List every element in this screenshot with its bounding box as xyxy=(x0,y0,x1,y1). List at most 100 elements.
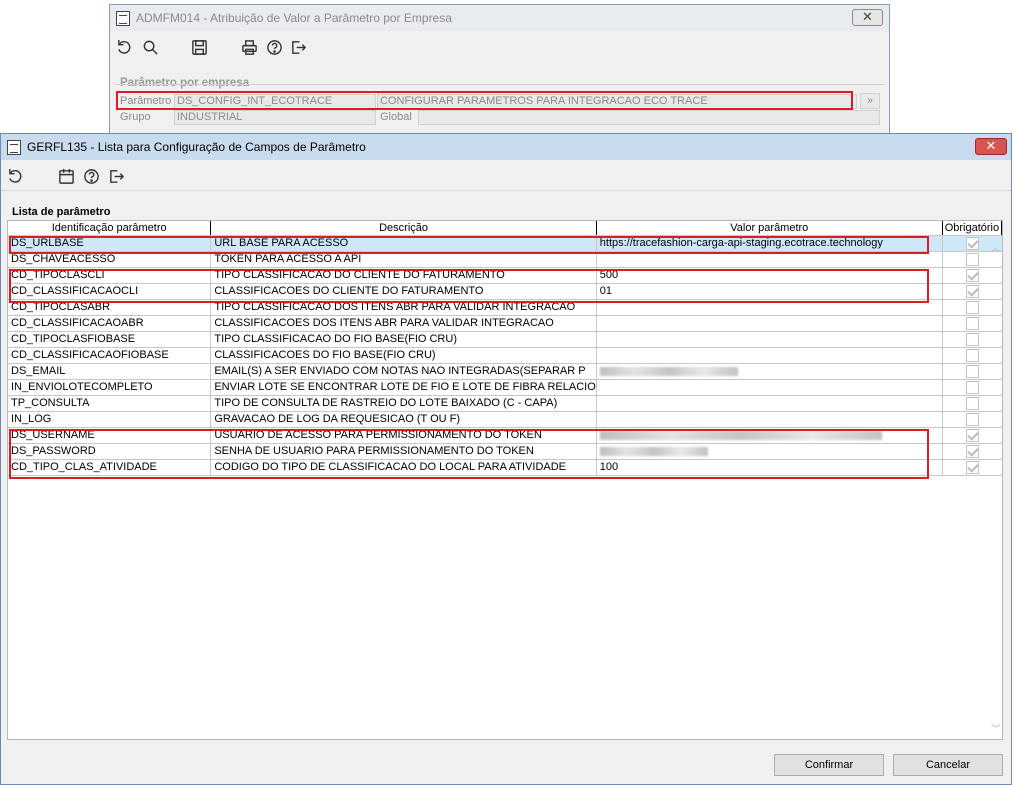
parametro-por-empresa-legend: Parâmetro por empresa xyxy=(120,77,250,89)
exit-icon[interactable] xyxy=(106,166,126,186)
table-row[interactable]: DS_URLBASE URL BASE PARA ACESSO https://tr… xyxy=(8,235,1002,252)
redacted-value xyxy=(599,430,882,440)
cell-valor[interactable]: 100 xyxy=(596,459,943,476)
cell-valor-text: 500 xyxy=(599,269,619,281)
cell-valor[interactable]: 01 xyxy=(596,283,943,300)
exit-icon[interactable] xyxy=(288,37,308,57)
print-icon[interactable] xyxy=(239,37,259,57)
parameter-grid[interactable]: Identificação parâmetro Descrição Valor … xyxy=(7,220,1003,740)
cell-valor-text: 01 xyxy=(599,285,613,297)
refresh-icon[interactable] xyxy=(5,166,25,186)
table-row[interactable]: DS_PASSWORD SENHA DE USUARIO PARA PERMISS… xyxy=(8,443,1002,460)
required-checkbox[interactable] xyxy=(965,460,979,474)
required-checkbox[interactable] xyxy=(965,268,979,282)
cell-identificacao: CD_CLASSIFICACAOFIOBASE xyxy=(8,347,212,364)
refresh-icon[interactable] xyxy=(114,37,134,57)
required-checkbox[interactable] xyxy=(965,332,979,346)
vertical-scrollbar[interactable]: ︿ ﹀ xyxy=(988,235,1002,739)
fieldset-divider xyxy=(116,84,884,85)
global-label: Global xyxy=(380,111,412,123)
table-row[interactable]: CD_CLASSIFICACAOCLI CLASSIFICACOES DO CLI… xyxy=(8,283,1002,300)
cell-valor[interactable] xyxy=(596,443,943,460)
table-row[interactable]: CD_TIPO_CLAS_ATIVIDADE CODIGO DO TIPO DE … xyxy=(8,459,1002,476)
cell-valor[interactable] xyxy=(596,251,943,268)
required-checkbox[interactable] xyxy=(965,396,979,410)
cell-valor[interactable] xyxy=(596,299,943,316)
cell-identificacao: DS_URLBASE xyxy=(8,235,212,252)
cell-descricao: CLASSIFICACOES DO CLIENTE DO FATURAMENTO xyxy=(210,283,597,300)
cell-descricao: TIPO CLASSIFICACAO DOS ITENS ABR PARA VA… xyxy=(210,299,597,316)
table-row[interactable]: DS_EMAIL EMAIL(S) A SER ENVIADO COM NOTAS… xyxy=(8,363,1002,380)
cell-valor[interactable] xyxy=(596,331,943,348)
table-header: Identificação parâmetro Descrição Valor … xyxy=(8,221,1003,236)
parameter-list-window: GERFL135 - Lista para Configuração de Ca… xyxy=(0,133,1012,785)
table-row[interactable]: CD_CLASSIFICACAOFIOBASE CLASSIFICACOES DO… xyxy=(8,347,1002,364)
help-icon[interactable] xyxy=(81,166,101,186)
background-window-titlebar: ADMFM014 - Atribuição de Valor a Parâmet… xyxy=(110,5,889,31)
cell-valor[interactable] xyxy=(596,427,943,444)
save-icon[interactable] xyxy=(189,37,209,57)
cell-descricao: CLASSIFICACOES DO FIO BASE(FIO CRU) xyxy=(210,347,597,364)
column-header-valor[interactable]: Valor parâmetro xyxy=(596,221,943,236)
table-row[interactable]: IN_LOG GRAVACAO DE LOG DA REQUESICAO (T O… xyxy=(8,411,1002,428)
cell-identificacao: CD_TIPOCLASFIOBASE xyxy=(8,331,212,348)
lookup-button[interactable]: » xyxy=(860,93,880,109)
table-row[interactable]: TP_CONSULTA TIPO DE CONSULTA DE RASTREIO … xyxy=(8,395,1002,412)
required-checkbox[interactable] xyxy=(965,428,979,442)
parameter-list-title: GERFL135 - Lista para Configuração de Ca… xyxy=(27,140,366,154)
cell-valor[interactable] xyxy=(596,411,943,428)
required-checkbox[interactable] xyxy=(965,300,979,314)
cell-valor[interactable] xyxy=(596,363,943,380)
column-header-identificacao[interactable]: Identificação parâmetro xyxy=(8,221,212,236)
table-row[interactable]: CD_TIPOCLASFIOBASE TIPO CLASSIFICACAO DO … xyxy=(8,331,1002,348)
parametro-description-field: CONFIGURAR PARAMETROS PARA INTEGRACAO EC… xyxy=(377,94,857,109)
cell-valor[interactable] xyxy=(596,379,943,396)
cell-identificacao: CD_TIPOCLASCLI xyxy=(8,267,212,284)
help-icon[interactable] xyxy=(264,37,284,57)
table-row[interactable]: DS_USERNAME USUARIO DE ACESSO PARA PERMIS… xyxy=(8,427,1002,444)
cell-valor[interactable] xyxy=(596,395,943,412)
table-row[interactable]: CD_CLASSIFICACAOABR CLASSIFICACOES DOS IT… xyxy=(8,315,1002,332)
required-checkbox[interactable] xyxy=(965,316,979,330)
grupo-field[interactable]: INDUSTRIAL xyxy=(174,110,376,125)
required-checkbox[interactable] xyxy=(965,348,979,362)
table-row[interactable]: IN_ENVIOLOTECOMPLETO ENVIAR LOTE SE ENCON… xyxy=(8,379,1002,396)
background-window-close-button[interactable]: ✕ xyxy=(852,9,883,26)
window-document-icon xyxy=(7,139,21,155)
required-checkbox[interactable] xyxy=(965,252,979,266)
required-checkbox[interactable] xyxy=(965,380,979,394)
global-field[interactable] xyxy=(418,110,880,125)
scroll-down-icon[interactable]: ﹀ xyxy=(991,722,1000,735)
required-checkbox[interactable] xyxy=(965,364,979,378)
cell-identificacao: DS_USERNAME xyxy=(8,427,212,444)
cancel-button[interactable]: Cancelar xyxy=(893,754,1003,776)
required-checkbox[interactable] xyxy=(965,236,979,250)
required-checkbox[interactable] xyxy=(965,412,979,426)
column-header-obrigatorio[interactable]: Obrigatório xyxy=(942,221,1003,236)
confirm-button[interactable]: Confirmar xyxy=(774,754,884,776)
cell-valor[interactable] xyxy=(596,347,943,364)
parametro-label: Parâmetro xyxy=(120,95,172,107)
required-checkbox[interactable] xyxy=(965,444,979,458)
search-icon[interactable] xyxy=(140,37,160,57)
cell-valor[interactable] xyxy=(596,315,943,332)
cell-valor[interactable]: https://tracefashion-carga-api-staging.e… xyxy=(596,235,943,252)
cell-identificacao: CD_TIPOCLASABR xyxy=(8,299,212,316)
parameter-list-close-button[interactable]: ✕ xyxy=(975,138,1007,155)
table-row[interactable]: CD_TIPOCLASABR TIPO CLASSIFICACAO DOS ITE… xyxy=(8,299,1002,316)
table-row[interactable]: DS_CHAVEACESSO TOKEN PARA ACESSO A API xyxy=(8,251,1002,268)
scroll-up-icon[interactable]: ︿ xyxy=(991,241,1000,254)
list-title: Lista de parâmetro xyxy=(12,206,111,218)
column-header-descricao[interactable]: Descrição xyxy=(210,221,597,236)
cell-descricao: TIPO CLASSIFICACAO DO CLIENTE DO FATURAM… xyxy=(210,267,597,284)
parametro-code-field[interactable]: DS_CONFIG_INT_ECOTRACE xyxy=(174,94,376,109)
cell-identificacao: DS_CHAVEACESSO xyxy=(8,251,212,268)
cell-identificacao: DS_EMAIL xyxy=(8,363,212,380)
required-checkbox[interactable] xyxy=(965,284,979,298)
cell-valor[interactable]: 500 xyxy=(596,267,943,284)
table-row[interactable]: CD_TIPOCLASCLI TIPO CLASSIFICACAO DO CLIE… xyxy=(8,267,1002,284)
toolbar-divider xyxy=(1,190,1011,191)
cell-identificacao: DS_PASSWORD xyxy=(8,443,212,460)
cell-identificacao: IN_LOG xyxy=(8,411,212,428)
calendar-icon[interactable] xyxy=(56,166,76,186)
